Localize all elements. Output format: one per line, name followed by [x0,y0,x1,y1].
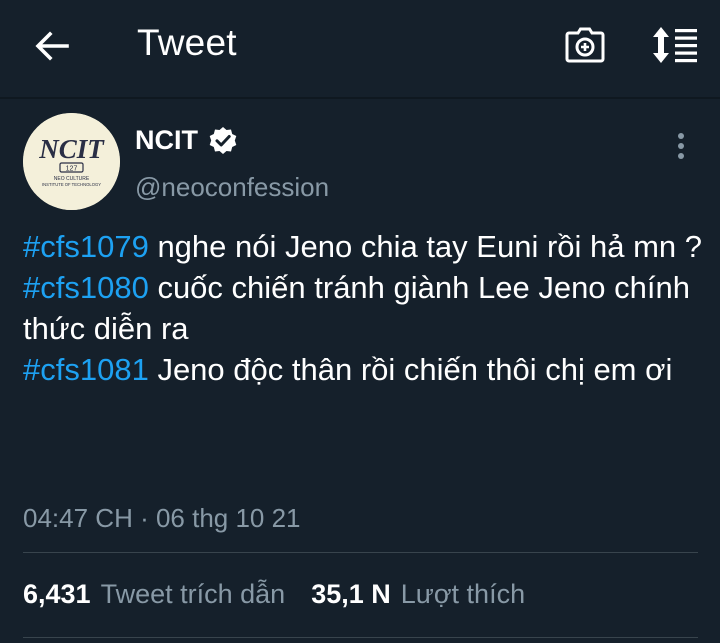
more-options-button[interactable] [664,128,698,164]
quote-tweets-stat[interactable]: 6,431 Tweet trích dẫn [23,579,285,610]
svg-text:127: 127 [66,166,78,173]
verified-badge-icon [209,126,237,154]
more-vertical-icon [678,133,684,159]
tweet-line: #cfs1081 Jeno độc thân rồi chiến thôi ch… [23,349,703,390]
tweet-stats: 6,431 Tweet trích dẫn 35,1 N Lượt thích [23,579,525,610]
author-handle: @neoconfession [135,172,330,202]
svg-text:INSTITUTE OF TECHNOLOGY: INSTITUTE OF TECHNOLOGY [42,182,101,187]
hashtag-link[interactable]: #cfs1079 [23,229,149,264]
avatar[interactable]: NCIT 127 NEO CULTURE INSTITUTE OF TECHNO… [23,113,120,210]
ncit-logo: NCIT 127 NEO CULTURE INSTITUTE OF TECHNO… [23,113,120,210]
top-app-bar: Tweet [0,0,720,96]
svg-text:NCIT: NCIT [38,134,105,164]
tweet-timestamp: 04:47 CH · 06 thg 10 21 [23,503,301,533]
sort-button[interactable] [648,22,702,68]
tweet-line-text: Jeno độc thân rồi chiến thôi chị em ơi [148,352,673,387]
back-button[interactable] [28,24,76,68]
tweet-line-text: nghe nói Jeno chia tay Euni rồi hả mn ? [148,229,703,264]
bottom-divider [23,637,698,638]
stats-divider [23,552,698,553]
likes-label: Lượt thích [400,579,526,609]
header-divider [0,97,720,99]
tweet-line: #cfs1079 nghe nói Jeno chia tay Euni rồi… [23,226,703,267]
author-name-row[interactable]: NCIT [135,125,238,156]
likes-stat[interactable]: 35,1 N Lượt thích [311,579,525,610]
author-name: NCIT [135,125,198,155]
page-title: Tweet [137,22,237,63]
likes-count: 35,1 N [311,579,391,609]
tweet-text: #cfs1079 nghe nói Jeno chia tay Euni rồi… [23,226,703,390]
hashtag-link[interactable]: #cfs1080 [23,270,149,305]
tweet-line: #cfs1080 cuốc chiến tránh giành Lee Jeno… [23,267,703,349]
quote-tweets-label: Tweet trích dẫn [100,579,286,609]
quote-tweets-count: 6,431 [23,579,91,609]
sort-lines-icon [653,27,697,63]
hashtag-link[interactable]: #cfs1081 [23,352,149,387]
camera-button[interactable] [562,22,608,68]
camera-icon [565,27,605,63]
arrow-left-icon [35,31,69,61]
